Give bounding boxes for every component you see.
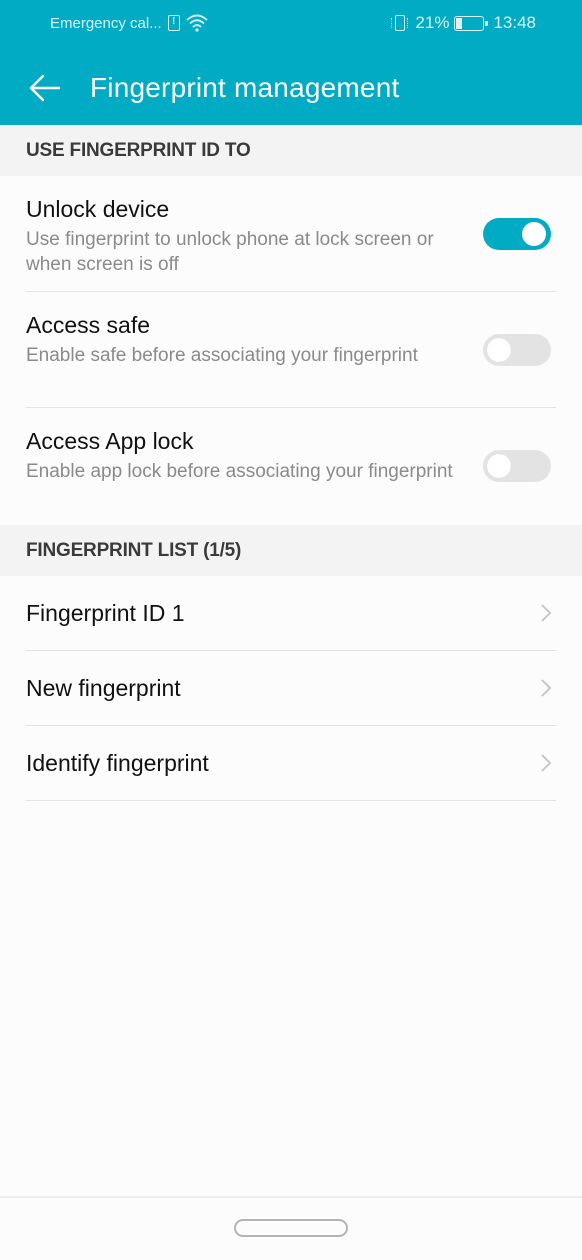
list-item-new-fingerprint[interactable]: New fingerprint xyxy=(0,651,582,726)
list-item-label: Fingerprint ID 1 xyxy=(26,600,185,626)
vibrate-icon xyxy=(390,15,410,31)
list-item-identify-fingerprint[interactable]: Identify fingerprint xyxy=(0,726,582,801)
home-gesture-bar[interactable] xyxy=(234,1219,348,1237)
use-options-list: Unlock device Use fingerprint to unlock … xyxy=(0,176,582,525)
option-subtitle: Enable safe before associating your fing… xyxy=(26,345,418,366)
back-button[interactable] xyxy=(0,60,90,116)
unlock-device-switch[interactable] xyxy=(483,218,551,250)
option-subtitle: Enable app lock before associating your … xyxy=(26,461,453,482)
chevron-right-icon xyxy=(541,754,552,772)
list-item-label: Identify fingerprint xyxy=(26,750,209,776)
switch-knob xyxy=(487,338,511,362)
app-bar: Fingerprint management xyxy=(0,60,582,116)
battery-icon xyxy=(454,15,489,31)
chevron-right-icon xyxy=(541,604,552,622)
fingerprint-list: Fingerprint ID 1 New fingerprint Identif… xyxy=(0,576,582,801)
section-header-use: USE FINGERPRINT ID TO xyxy=(0,125,582,176)
option-access-app-lock[interactable]: Access App lock Enable app lock before a… xyxy=(0,408,582,525)
arrow-left-icon xyxy=(29,74,61,102)
switch-knob xyxy=(522,222,546,246)
header: Emergency cal... ! 21% 13:48 Fingerprint… xyxy=(0,0,582,125)
list-item-label: New fingerprint xyxy=(26,675,181,701)
clock: 13:48 xyxy=(493,13,536,32)
access-app-lock-switch[interactable] xyxy=(483,450,551,482)
nav-bar-divider xyxy=(0,1196,582,1198)
carrier-text: Emergency cal... xyxy=(50,14,162,32)
option-unlock-device[interactable]: Unlock device Use fingerprint to unlock … xyxy=(0,176,582,292)
page-title: Fingerprint management xyxy=(90,72,400,103)
divider xyxy=(26,800,556,801)
option-subtitle: Use fingerprint to unlock phone at lock … xyxy=(26,229,434,275)
wifi-icon xyxy=(186,14,208,32)
access-safe-switch[interactable] xyxy=(483,334,551,366)
list-item-fingerprint-id-1[interactable]: Fingerprint ID 1 xyxy=(0,576,582,651)
section-header-list: FINGERPRINT LIST (1/5) xyxy=(0,525,582,576)
battery-percent: 21% xyxy=(415,13,450,32)
status-bar: Emergency cal... ! 21% 13:48 xyxy=(0,0,582,48)
chevron-right-icon xyxy=(541,679,552,697)
option-access-safe[interactable]: Access safe Enable safe before associati… xyxy=(0,292,582,408)
sim-alert-icon: ! xyxy=(167,15,180,31)
switch-knob xyxy=(487,454,511,478)
